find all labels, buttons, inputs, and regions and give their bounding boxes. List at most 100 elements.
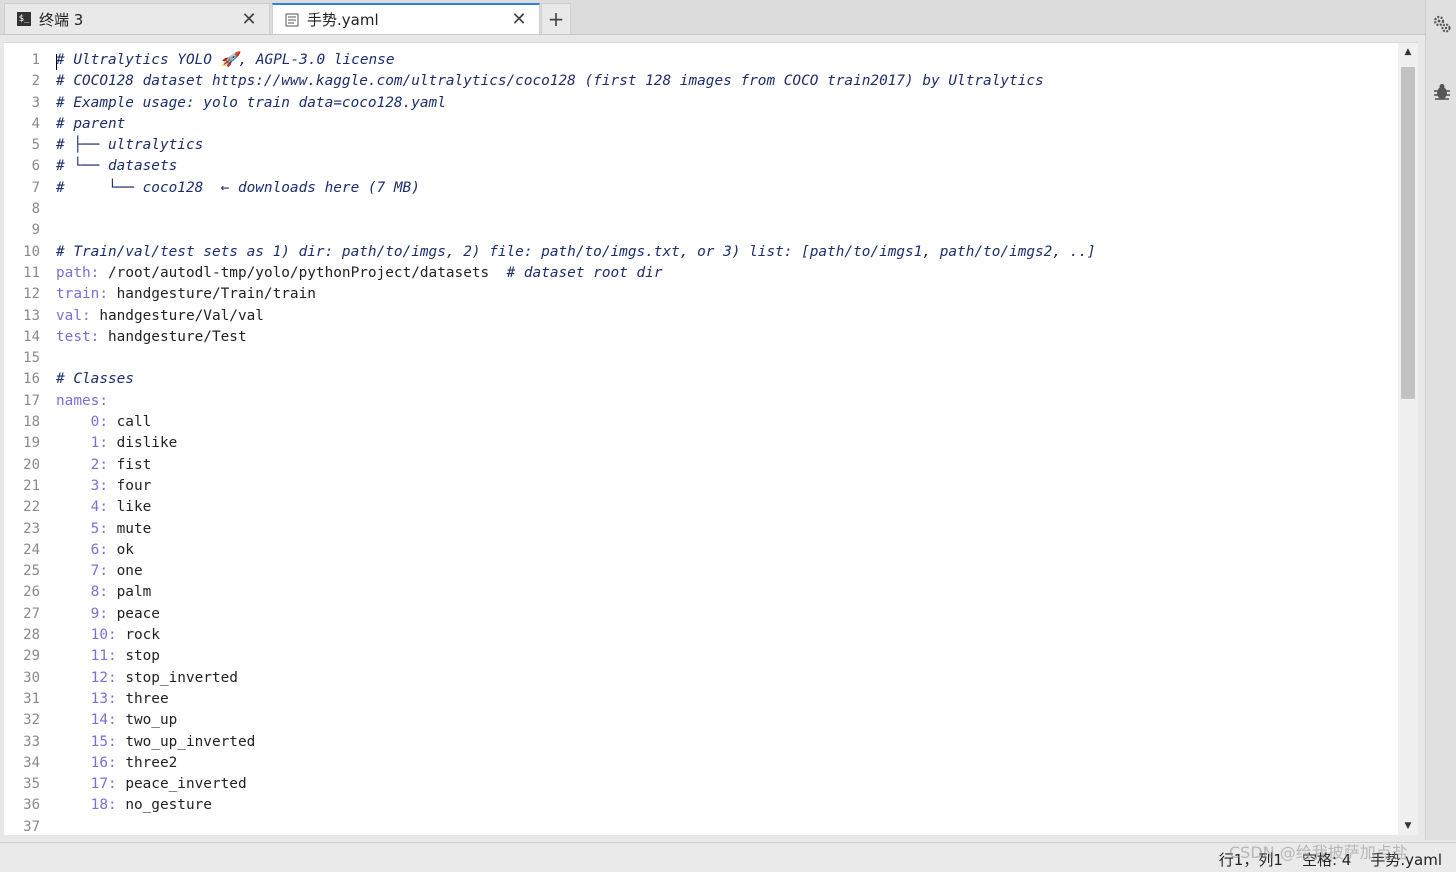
line-content: 13: three <box>56 689 169 710</box>
code-line[interactable]: 4 # parent <box>4 114 1398 135</box>
line-number: 4 <box>31 115 40 132</box>
code-line[interactable]: 10 # Train/val/test sets as 1) dir: path/… <box>4 242 1398 263</box>
code-line[interactable]: 7 # └── coco128 ← downloads here (7 MB) <box>4 178 1398 199</box>
line-content: 6: ok <box>56 540 134 561</box>
code-line[interactable]: 16 # Classes <box>4 369 1398 390</box>
value-token: rock <box>116 627 160 644</box>
code-editor[interactable]: 1 # Ultralytics YOLO 🚀, AGPL-3.0 license 2… <box>4 42 1418 835</box>
code-line[interactable]: 21 3: four <box>4 476 1398 497</box>
line-content: 12: stop_inverted <box>56 668 238 689</box>
add-tab-button[interactable]: + <box>541 3 571 34</box>
value-token: three2 <box>116 754 178 771</box>
code-line[interactable]: 31 13: three <box>4 689 1398 710</box>
code-line[interactable]: 13 val: handgesture/Val/val <box>4 306 1398 327</box>
comment-token: # ├── ultralytics <box>56 137 204 154</box>
close-icon[interactable]: ✕ <box>507 9 531 30</box>
code-line[interactable]: 12 train: handgesture/Train/train <box>4 284 1398 305</box>
code-line[interactable]: 3 # Example usage: yolo train data=coco12… <box>4 93 1398 114</box>
line-content: path: /root/autodl-tmp/yolo/pythonProjec… <box>56 263 662 284</box>
code-line[interactable]: 32 14: two_up <box>4 710 1398 731</box>
key-token: 9: <box>56 605 108 622</box>
code-line[interactable]: 19 1: dislike <box>4 433 1398 454</box>
key-token: test: <box>56 328 100 345</box>
line-content: 1: dislike <box>56 433 178 454</box>
scroll-up-icon[interactable]: ▲ <box>1398 43 1418 61</box>
code-line[interactable]: 23 5: mute <box>4 519 1398 540</box>
comment-token: # dataset root dir <box>506 264 663 281</box>
line-number: 16 <box>23 371 40 388</box>
line-number: 36 <box>23 797 40 814</box>
code-line[interactable]: 1 # Ultralytics YOLO 🚀, AGPL-3.0 license <box>4 50 1398 71</box>
key-token: 7: <box>56 563 108 580</box>
line-number: 29 <box>23 648 40 665</box>
line-number: 26 <box>23 584 40 601</box>
bug-icon[interactable] <box>1432 82 1452 102</box>
comment-token: # Train/val/test sets as 1) dir: path/to… <box>56 243 1096 260</box>
code-line[interactable]: 37 <box>4 817 1398 835</box>
close-icon[interactable]: ✕ <box>237 9 261 30</box>
comment-token: # └── datasets <box>56 158 178 175</box>
code-line[interactable]: 22 4: like <box>4 497 1398 518</box>
value-token: two_up_inverted <box>116 733 256 750</box>
code-line[interactable]: 36 18: no_gesture <box>4 795 1398 816</box>
line-content: 9: peace <box>56 604 160 625</box>
code-line[interactable]: 35 17: peace_inverted <box>4 774 1398 795</box>
code-line[interactable]: 33 15: two_up_inverted <box>4 732 1398 753</box>
line-number: 2 <box>31 73 40 90</box>
code-line[interactable]: 24 6: ok <box>4 540 1398 561</box>
code-line[interactable]: 25 7: one <box>4 561 1398 582</box>
line-number: 22 <box>23 499 40 516</box>
code-line[interactable]: 20 2: fist <box>4 455 1398 476</box>
code-line[interactable]: 27 9: peace <box>4 604 1398 625</box>
key-token: 15: <box>56 733 117 750</box>
line-content: # parent <box>56 114 125 135</box>
tab-terminal-3[interactable]: $_ 终端 3 ✕ <box>4 3 270 34</box>
line-number: 23 <box>23 520 40 537</box>
line-number: 32 <box>23 712 40 729</box>
line-number: 30 <box>23 669 40 686</box>
value-token: dislike <box>107 435 178 452</box>
code-line[interactable]: 9 <box>4 220 1398 241</box>
code-line[interactable]: 18 0: call <box>4 412 1398 433</box>
value-token: like <box>107 499 152 516</box>
code-line[interactable]: 26 8: palm <box>4 582 1398 603</box>
value-token: fist <box>107 456 152 473</box>
code-line[interactable]: 8 <box>4 199 1398 220</box>
line-content: 18: no_gesture <box>56 795 212 816</box>
code-line[interactable]: 15 <box>4 348 1398 369</box>
code-line[interactable]: 30 12: stop_inverted <box>4 668 1398 689</box>
line-number: 19 <box>23 435 40 452</box>
tab-yaml-file[interactable]: 手势.yaml ✕ <box>272 3 540 34</box>
key-token: names: <box>56 392 108 409</box>
value-token: handgesture/Val/val <box>90 307 264 324</box>
line-number: 7 <box>31 179 40 196</box>
line-number: 8 <box>31 201 40 218</box>
line-content: 14: two_up <box>56 710 178 731</box>
value-token: peace <box>107 605 160 622</box>
code-line[interactable]: 14 test: handgesture/Test <box>4 327 1398 348</box>
scroll-down-icon[interactable]: ▼ <box>1398 817 1418 835</box>
value-token: two_up <box>116 712 178 729</box>
line-number: 37 <box>23 818 40 835</box>
vertical-scrollbar[interactable]: ▲ ▼ <box>1398 43 1418 835</box>
code-line[interactable]: 34 16: three2 <box>4 753 1398 774</box>
line-number: 14 <box>23 328 40 345</box>
code-line[interactable]: 6 # └── datasets <box>4 156 1398 177</box>
scrollbar-thumb[interactable] <box>1401 67 1415 399</box>
code-line[interactable]: 5 # ├── ultralytics <box>4 135 1398 156</box>
line-number: 12 <box>23 286 40 303</box>
line-number: 11 <box>23 264 40 281</box>
code-line[interactable]: 2 # COCO128 dataset https://www.kaggle.co… <box>4 71 1398 92</box>
gears-icon[interactable] <box>1432 14 1452 34</box>
key-token: 16: <box>56 754 117 771</box>
value-token: one <box>107 563 143 580</box>
code-line[interactable]: 29 11: stop <box>4 646 1398 667</box>
key-token: train: <box>56 286 108 303</box>
key-token: 17: <box>56 776 117 793</box>
code-line[interactable]: 11 path: /root/autodl-tmp/yolo/pythonProj… <box>4 263 1398 284</box>
line-number: 10 <box>23 243 40 260</box>
code-line[interactable]: 28 10: rock <box>4 625 1398 646</box>
line-content: # Train/val/test sets as 1) dir: path/to… <box>56 242 1096 263</box>
code-line[interactable]: 17 names: <box>4 391 1398 412</box>
text-caret <box>56 54 57 70</box>
